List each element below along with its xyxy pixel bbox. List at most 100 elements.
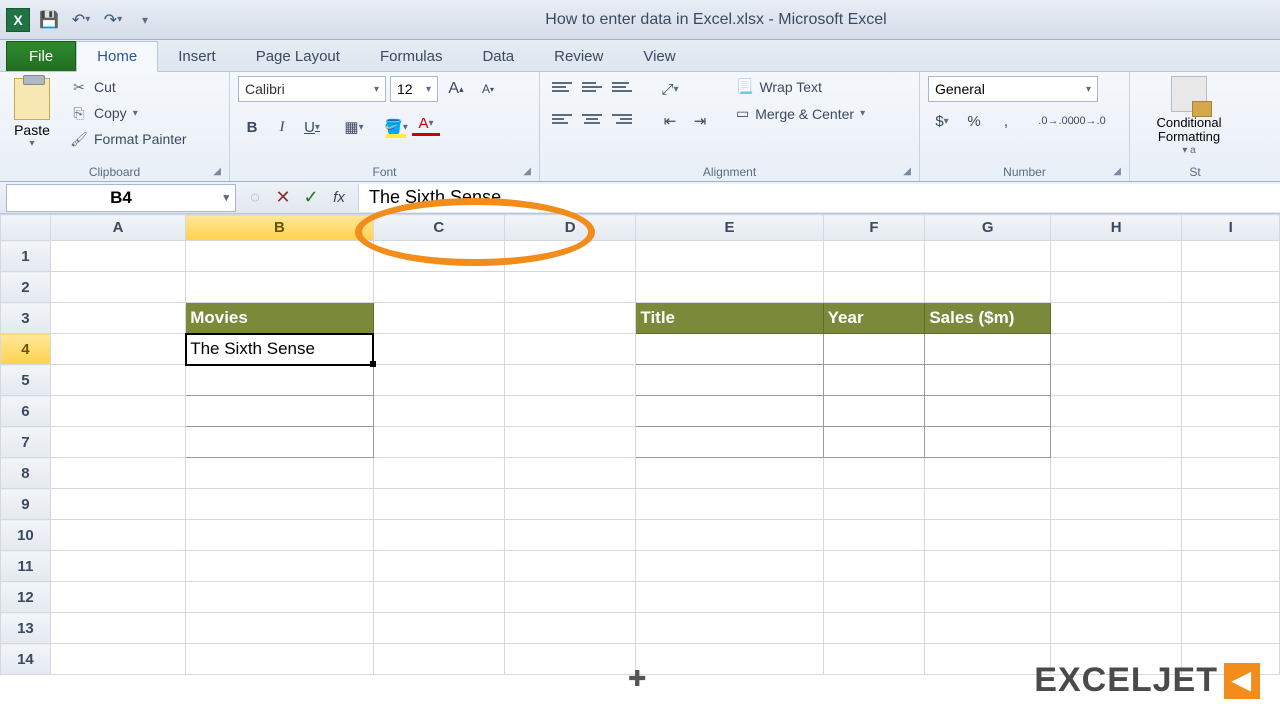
cell-A14[interactable] xyxy=(50,644,185,675)
wrap-text-button[interactable]: 📃Wrap Text xyxy=(732,76,869,97)
cell-H7[interactable] xyxy=(1050,427,1181,458)
cell-A8[interactable] xyxy=(50,458,185,489)
column-header-G[interactable]: G xyxy=(925,215,1051,241)
cell-B13[interactable] xyxy=(186,613,373,644)
cell-B11[interactable] xyxy=(186,551,373,582)
cell-A7[interactable] xyxy=(50,427,185,458)
align-top-icon[interactable] xyxy=(548,76,576,98)
cell-I4[interactable] xyxy=(1182,334,1280,365)
cell-D14[interactable] xyxy=(504,644,635,675)
cell-F8[interactable] xyxy=(823,458,925,489)
percent-icon[interactable]: % xyxy=(960,108,988,134)
name-box[interactable]: B4▾ xyxy=(6,184,236,212)
cell-H5[interactable] xyxy=(1050,365,1181,396)
decrease-indent-icon[interactable]: ⇤ xyxy=(656,108,684,134)
tab-file[interactable]: File xyxy=(6,41,76,71)
cell-I8[interactable] xyxy=(1182,458,1280,489)
cell-C7[interactable] xyxy=(373,427,504,458)
cell-A4[interactable] xyxy=(50,334,185,365)
row-header-9[interactable]: 9 xyxy=(1,489,51,520)
column-header-C[interactable]: C xyxy=(373,215,504,241)
cell-D4[interactable] xyxy=(504,334,635,365)
cell-I9[interactable] xyxy=(1182,489,1280,520)
cell-F12[interactable] xyxy=(823,582,925,613)
cell-D2[interactable] xyxy=(504,272,635,303)
cell-C4[interactable] xyxy=(373,334,504,365)
cell-B7[interactable] xyxy=(186,427,373,458)
cell-B6[interactable] xyxy=(186,396,373,427)
copy-button[interactable]: ⎘Copy▾ xyxy=(66,102,191,124)
cell-D10[interactable] xyxy=(504,520,635,551)
cell-G12[interactable] xyxy=(925,582,1051,613)
cell-C8[interactable] xyxy=(373,458,504,489)
cell-C11[interactable] xyxy=(373,551,504,582)
cell-G10[interactable] xyxy=(925,520,1051,551)
cell-H12[interactable] xyxy=(1050,582,1181,613)
enter-icon[interactable]: ✓ xyxy=(298,185,324,211)
cell-F3[interactable]: Year xyxy=(823,303,925,334)
cell-C1[interactable] xyxy=(373,241,504,272)
row-header-11[interactable]: 11 xyxy=(1,551,51,582)
cell-D11[interactable] xyxy=(504,551,635,582)
cell-C10[interactable] xyxy=(373,520,504,551)
cell-E14[interactable] xyxy=(636,644,823,675)
cell-H6[interactable] xyxy=(1050,396,1181,427)
borders-icon[interactable]: ▦▾ xyxy=(340,114,368,140)
cell-I13[interactable] xyxy=(1182,613,1280,644)
cell-I1[interactable] xyxy=(1182,241,1280,272)
cell-B3[interactable]: Movies xyxy=(186,303,373,334)
cell-G13[interactable] xyxy=(925,613,1051,644)
cell-A1[interactable] xyxy=(50,241,185,272)
cell-H4[interactable] xyxy=(1050,334,1181,365)
row-header-4[interactable]: 4 xyxy=(1,334,51,365)
cell-C6[interactable] xyxy=(373,396,504,427)
align-middle-icon[interactable] xyxy=(578,76,606,98)
cell-E8[interactable] xyxy=(636,458,823,489)
cell-F9[interactable] xyxy=(823,489,925,520)
namebox-dropdown-icon[interactable]: ○ xyxy=(242,185,268,211)
cell-C3[interactable] xyxy=(373,303,504,334)
bold-button[interactable]: B xyxy=(238,114,266,140)
cell-F6[interactable] xyxy=(823,396,925,427)
dialog-launcher-icon[interactable]: ◢ xyxy=(213,166,221,177)
column-header-F[interactable]: F xyxy=(823,215,925,241)
cell-G9[interactable] xyxy=(925,489,1051,520)
cell-E4[interactable] xyxy=(636,334,823,365)
cell-G7[interactable] xyxy=(925,427,1051,458)
tab-formulas[interactable]: Formulas xyxy=(360,42,463,71)
cell-A3[interactable] xyxy=(50,303,185,334)
cell-I3[interactable] xyxy=(1182,303,1280,334)
cell-D9[interactable] xyxy=(504,489,635,520)
cell-A11[interactable] xyxy=(50,551,185,582)
font-size-select[interactable]: 12▾ xyxy=(390,76,438,102)
cell-E1[interactable] xyxy=(636,241,823,272)
cell-E3[interactable]: Title xyxy=(636,303,823,334)
redo-icon[interactable]: ↷▾ xyxy=(100,7,126,33)
row-header-10[interactable]: 10 xyxy=(1,520,51,551)
cell-G11[interactable] xyxy=(925,551,1051,582)
row-header-2[interactable]: 2 xyxy=(1,272,51,303)
cell-B1[interactable] xyxy=(186,241,373,272)
column-header-I[interactable]: I xyxy=(1182,215,1280,241)
cell-G8[interactable] xyxy=(925,458,1051,489)
cell-D1[interactable] xyxy=(504,241,635,272)
paste-button[interactable]: Paste ▾ xyxy=(8,76,56,163)
font-color-icon[interactable]: A▾ xyxy=(412,114,440,136)
cell-G5[interactable] xyxy=(925,365,1051,396)
italic-button[interactable]: I xyxy=(268,114,296,140)
cell-D3[interactable] xyxy=(504,303,635,334)
row-header-1[interactable]: 1 xyxy=(1,241,51,272)
cell-E5[interactable] xyxy=(636,365,823,396)
dialog-launcher-icon[interactable]: ◢ xyxy=(903,166,911,177)
conditional-formatting-button[interactable]: Conditional Formatting ▾ a xyxy=(1138,76,1240,163)
cell-H1[interactable] xyxy=(1050,241,1181,272)
cell-F1[interactable] xyxy=(823,241,925,272)
cell-C12[interactable] xyxy=(373,582,504,613)
cell-F2[interactable] xyxy=(823,272,925,303)
orientation-icon[interactable]: ⤢▾ xyxy=(656,76,684,102)
fill-handle[interactable] xyxy=(370,361,376,367)
column-header-E[interactable]: E xyxy=(636,215,823,241)
row-header-13[interactable]: 13 xyxy=(1,613,51,644)
cell-A2[interactable] xyxy=(50,272,185,303)
cell-C5[interactable] xyxy=(373,365,504,396)
